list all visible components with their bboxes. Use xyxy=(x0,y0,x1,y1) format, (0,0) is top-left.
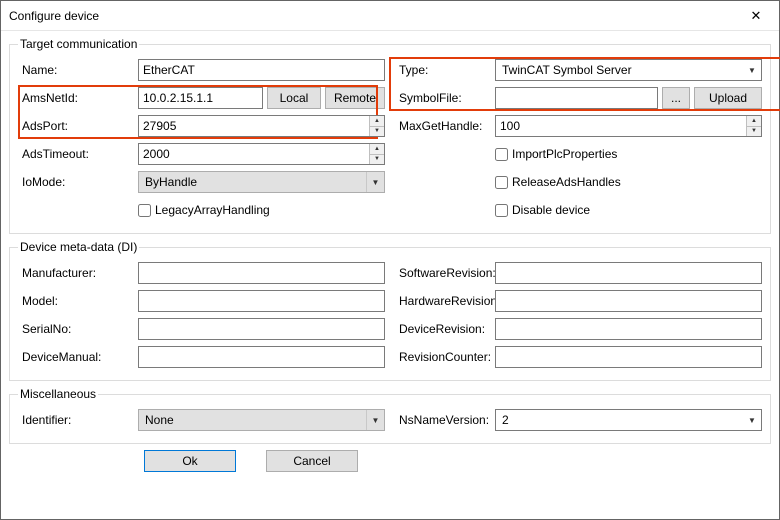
adsport-input[interactable] xyxy=(138,115,385,137)
group-target-communication: Target communication Name: AmsNetId: Loc… xyxy=(9,37,771,234)
disable-device-label: Disable device xyxy=(512,203,590,217)
chevron-down-icon: ▼ xyxy=(743,410,761,430)
identifier-value: None xyxy=(139,413,366,427)
model-input[interactable] xyxy=(138,290,385,312)
revcounter-label: RevisionCounter: xyxy=(395,350,495,364)
local-button[interactable]: Local xyxy=(267,87,321,109)
nsnamever-value: 2 xyxy=(496,413,743,427)
group-meta: Device meta-data (DI) Manufacturer: Mode… xyxy=(9,240,771,381)
iomode-select[interactable]: ByHandle ▼ xyxy=(138,171,385,193)
legacy-array-checkbox[interactable] xyxy=(138,204,151,217)
devicerev-input[interactable] xyxy=(495,318,762,340)
release-ads-checkbox[interactable] xyxy=(495,176,508,189)
softrev-input[interactable] xyxy=(495,262,762,284)
chevron-down-icon: ▼ xyxy=(366,172,384,192)
adstimeout-stepper[interactable]: ▲▼ xyxy=(369,144,384,164)
model-label: Model: xyxy=(18,294,138,308)
dialog-buttons: Ok Cancel xyxy=(9,450,771,472)
window-title: Configure device xyxy=(1,9,733,23)
symbolfile-input[interactable] xyxy=(495,87,658,109)
identifier-select[interactable]: None ▼ xyxy=(138,409,385,431)
group-misc: Miscellaneous Identifier: None ▼ NsNameV… xyxy=(9,387,771,444)
nsnamever-select[interactable]: 2 ▼ xyxy=(495,409,762,431)
adstimeout-label: AdsTimeout: xyxy=(18,147,138,161)
group-target-communication-label: Target communication xyxy=(18,37,139,51)
target-right-column: Type: TwinCAT Symbol Server ▼ SymbolFile… xyxy=(395,57,762,225)
titlebar: Configure device ✕ xyxy=(1,1,779,31)
serialno-input[interactable] xyxy=(138,318,385,340)
release-ads-label: ReleaseAdsHandles xyxy=(512,175,621,189)
softrev-label: SoftwareRevision: xyxy=(395,266,495,280)
maxgethandle-stepper[interactable]: ▲▼ xyxy=(746,116,761,136)
amsnetid-label: AmsNetId: xyxy=(18,91,138,105)
browse-button[interactable]: ... xyxy=(662,87,690,109)
legacy-array-label: LegacyArrayHandling xyxy=(155,203,270,217)
disable-device-checkbox[interactable] xyxy=(495,204,508,217)
remote-button[interactable]: Remote xyxy=(325,87,385,109)
amsnetid-input[interactable] xyxy=(138,87,263,109)
adstimeout-input[interactable] xyxy=(138,143,385,165)
dialog-body: Target communication Name: AmsNetId: Loc… xyxy=(1,31,779,480)
upload-button[interactable]: Upload xyxy=(694,87,762,109)
target-left-column: Name: AmsNetId: Local Remote AdsPort: xyxy=(18,57,385,225)
type-value: TwinCAT Symbol Server xyxy=(496,63,743,77)
revcounter-input[interactable] xyxy=(495,346,762,368)
iomode-label: IoMode: xyxy=(18,175,138,189)
name-label: Name: xyxy=(18,63,138,77)
cancel-button[interactable]: Cancel xyxy=(266,450,358,472)
devicemanual-label: DeviceManual: xyxy=(18,350,138,364)
maxgethandle-label: MaxGetHandle: xyxy=(395,119,495,133)
maxgethandle-input[interactable] xyxy=(495,115,762,137)
devicerev-label: DeviceRevision: xyxy=(395,322,495,336)
adsport-stepper[interactable]: ▲▼ xyxy=(369,116,384,136)
devicemanual-input[interactable] xyxy=(138,346,385,368)
hardrev-label: HardwareRevision: xyxy=(395,294,495,308)
ok-button[interactable]: Ok xyxy=(144,450,236,472)
chevron-down-icon: ▼ xyxy=(743,60,761,80)
manufacturer-input[interactable] xyxy=(138,262,385,284)
chevron-down-icon: ▼ xyxy=(366,410,384,430)
type-select[interactable]: TwinCAT Symbol Server ▼ xyxy=(495,59,762,81)
import-plc-label: ImportPlcProperties xyxy=(512,147,617,161)
nsnamever-label: NsNameVersion: xyxy=(395,413,495,427)
close-icon[interactable]: ✕ xyxy=(733,1,779,31)
manufacturer-label: Manufacturer: xyxy=(18,266,138,280)
group-meta-label: Device meta-data (DI) xyxy=(18,240,139,254)
import-plc-checkbox[interactable] xyxy=(495,148,508,161)
name-input[interactable] xyxy=(138,59,385,81)
iomode-value: ByHandle xyxy=(139,175,366,189)
symbolfile-label: SymbolFile: xyxy=(395,91,495,105)
hardrev-input[interactable] xyxy=(495,290,762,312)
serialno-label: SerialNo: xyxy=(18,322,138,336)
group-misc-label: Miscellaneous xyxy=(18,387,98,401)
type-label: Type: xyxy=(395,63,495,77)
identifier-label: Identifier: xyxy=(18,413,138,427)
adsport-label: AdsPort: xyxy=(18,119,138,133)
